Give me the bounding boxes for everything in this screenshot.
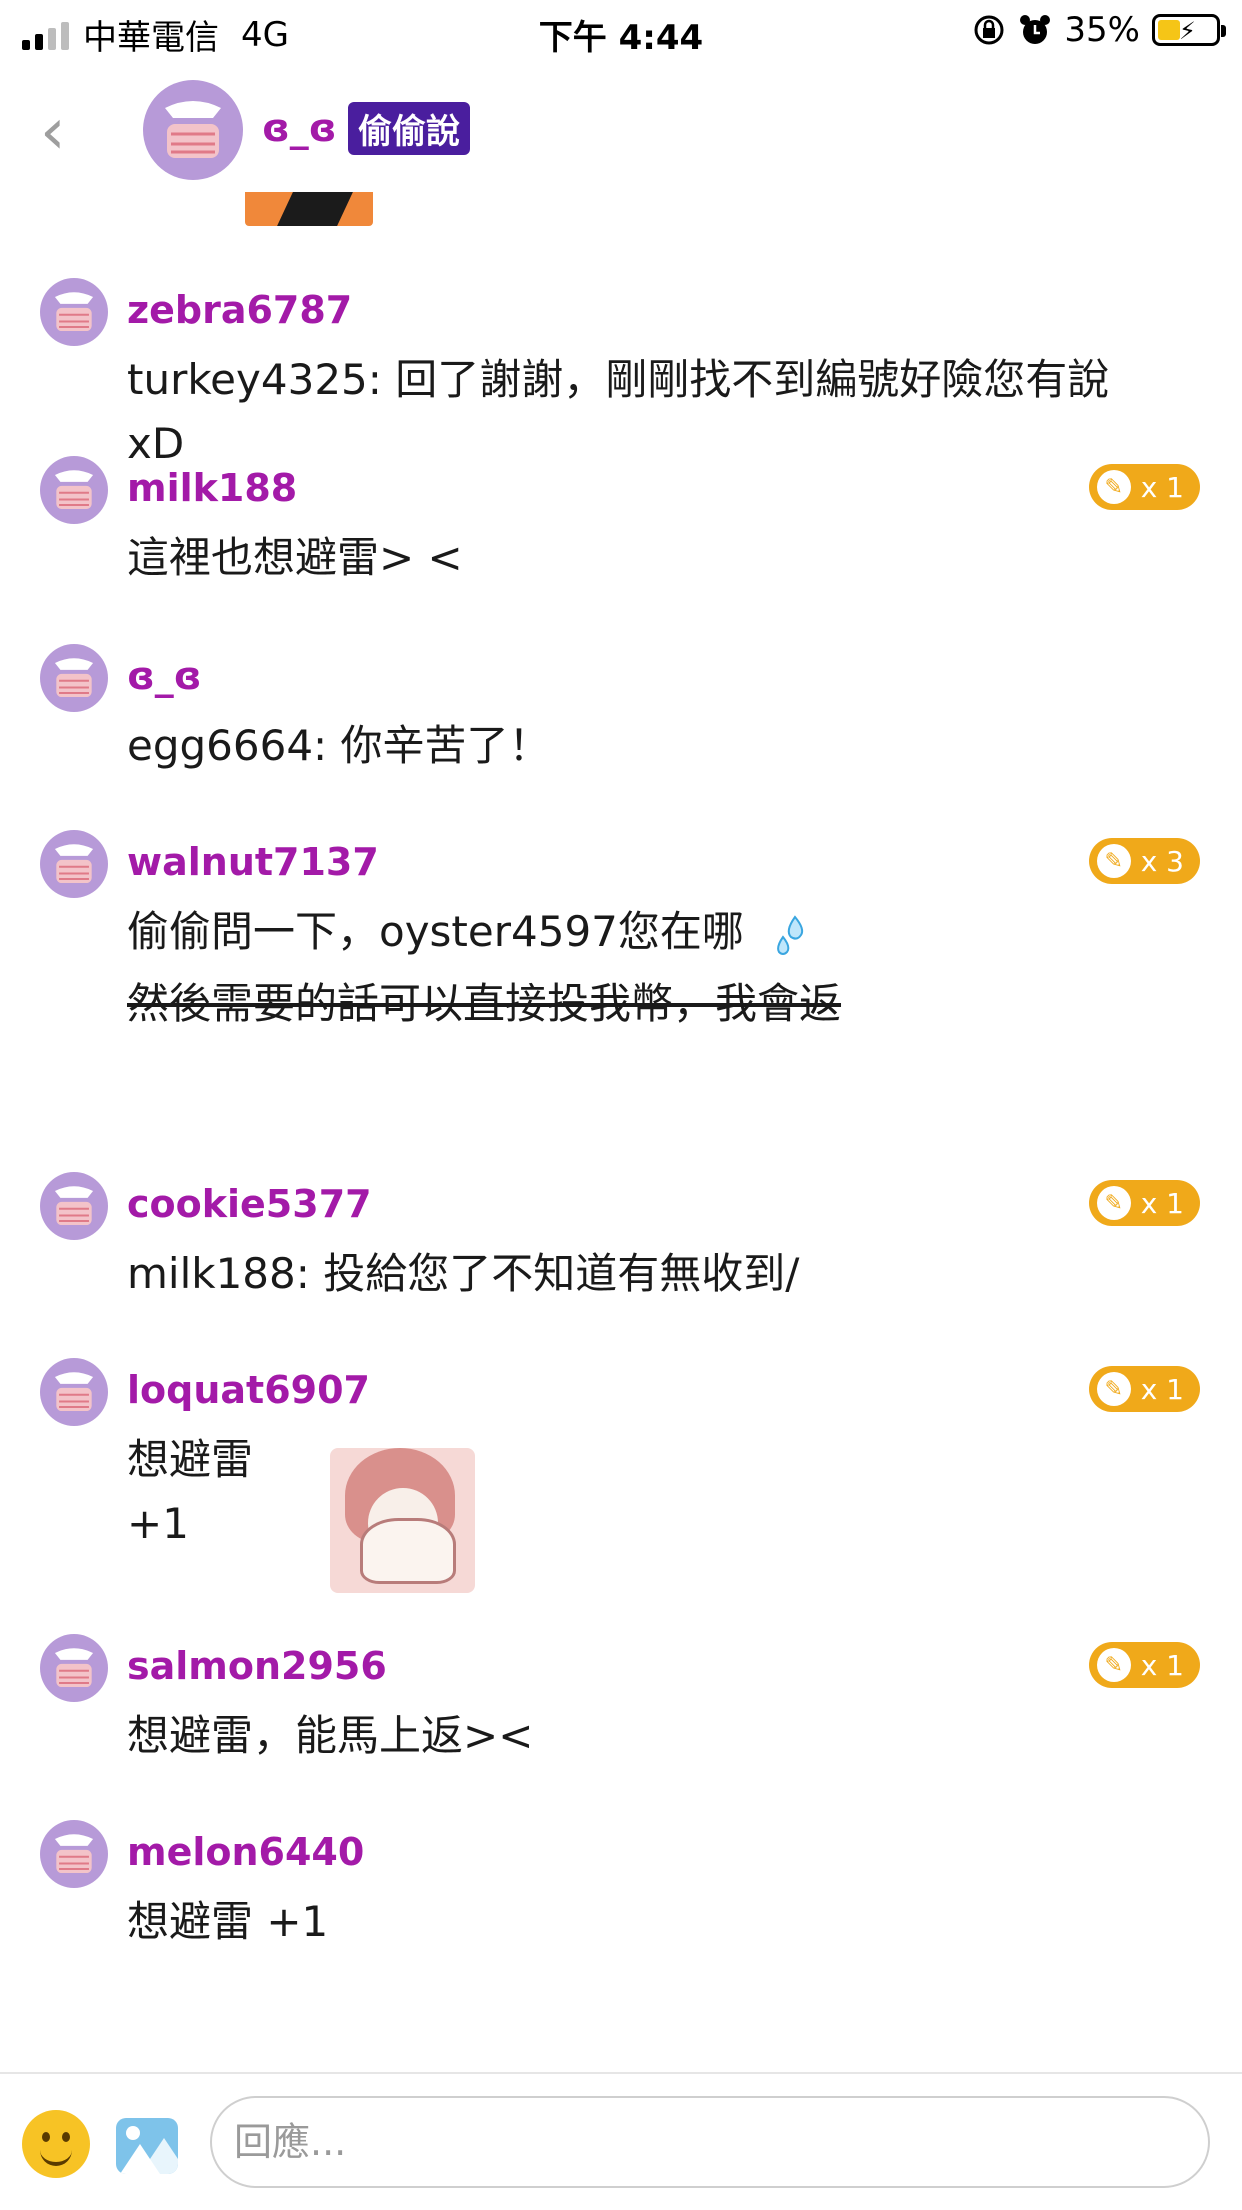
orientation-lock-icon [974,15,1004,45]
comment-username[interactable]: zebra6787 [127,288,352,332]
likes-badge[interactable]: ✎ x 1 [1088,1642,1200,1688]
post-image-partial [245,192,373,226]
user-avatar[interactable] [40,644,108,712]
author-name[interactable]: ɞ_ɞ [262,106,337,150]
author-avatar[interactable] [143,80,243,180]
status-bar: 中華電信 4G 下午 4:44 35% ⚡ [0,0,1242,64]
sweat-drop-icon [777,914,804,955]
coin-icon: ✎ [1096,844,1131,878]
comment-text: milk188: 投給您了不知道有無收到/ [127,1249,800,1298]
comment-text-line: 偷偷問一下，oyster4597您在哪 [127,900,1187,964]
reply-input[interactable] [210,2096,1210,2188]
comment-text: turkey4325: 回了謝謝，剛剛找不到編號好險您有說 [127,355,1110,404]
user-avatar[interactable] [40,1634,108,1702]
battery-charging-icon: ⚡ [1152,14,1226,46]
comment-text: 想避雷 +1 [127,1897,329,1946]
post-header: ‹ ɞ_ɞ 偷偷說 [0,70,1242,190]
comment-username[interactable]: melon6440 [127,1830,364,1874]
alarm-icon [1020,15,1051,44]
likes-badge[interactable]: ✎ x 1 [1088,1366,1200,1412]
comment-username[interactable]: ɞ_ɞ [127,654,202,698]
comment-text: 想避雷 +1 [127,1435,254,1548]
emoji-icon[interactable] [22,2110,90,2178]
likes-badge[interactable]: ✎ x 3 [1088,838,1200,884]
reply-bar [0,2072,1242,2210]
comment-username[interactable]: cookie5377 [127,1182,372,1226]
user-avatar[interactable] [40,456,108,524]
user-avatar[interactable] [40,1358,108,1426]
coin-icon: ✎ [1096,1648,1131,1682]
comment-text: 這裡也想避雷> < [127,533,463,582]
likes-badge[interactable]: ✎ x 1 [1088,464,1200,510]
likes-badge[interactable]: ✎ x 1 [1088,1180,1200,1226]
comment-username[interactable]: walnut7137 [127,840,379,884]
coin-icon: ✎ [1096,1186,1131,1220]
sticker-image[interactable] [330,1448,475,1593]
comment-username[interactable]: salmon2956 [127,1644,387,1688]
comment-text-struck: 然後需要的話可以直接投我幣，我會返 [127,979,842,1028]
comment-text: 偷偷問一下，oyster4597您在哪 [127,907,744,956]
user-avatar[interactable] [40,830,108,898]
comment-text: egg6664: 你辛苦了！ [127,721,551,770]
image-upload-icon[interactable] [116,2118,178,2174]
coin-icon: ✎ [1096,1372,1131,1406]
comment-text: 想避雷，能馬上返>< [127,1711,534,1760]
user-avatar[interactable] [40,1172,108,1240]
user-avatar[interactable] [40,1820,108,1888]
user-avatar[interactable] [40,278,108,346]
coin-icon: ✎ [1096,470,1131,504]
comment-username[interactable]: loquat6907 [127,1368,370,1412]
comment-username[interactable]: milk188 [127,466,297,510]
board-badge[interactable]: 偷偷說 [348,102,470,155]
chevron-left-icon[interactable]: ‹ [40,100,66,164]
battery-percent: 35% [1064,10,1140,50]
